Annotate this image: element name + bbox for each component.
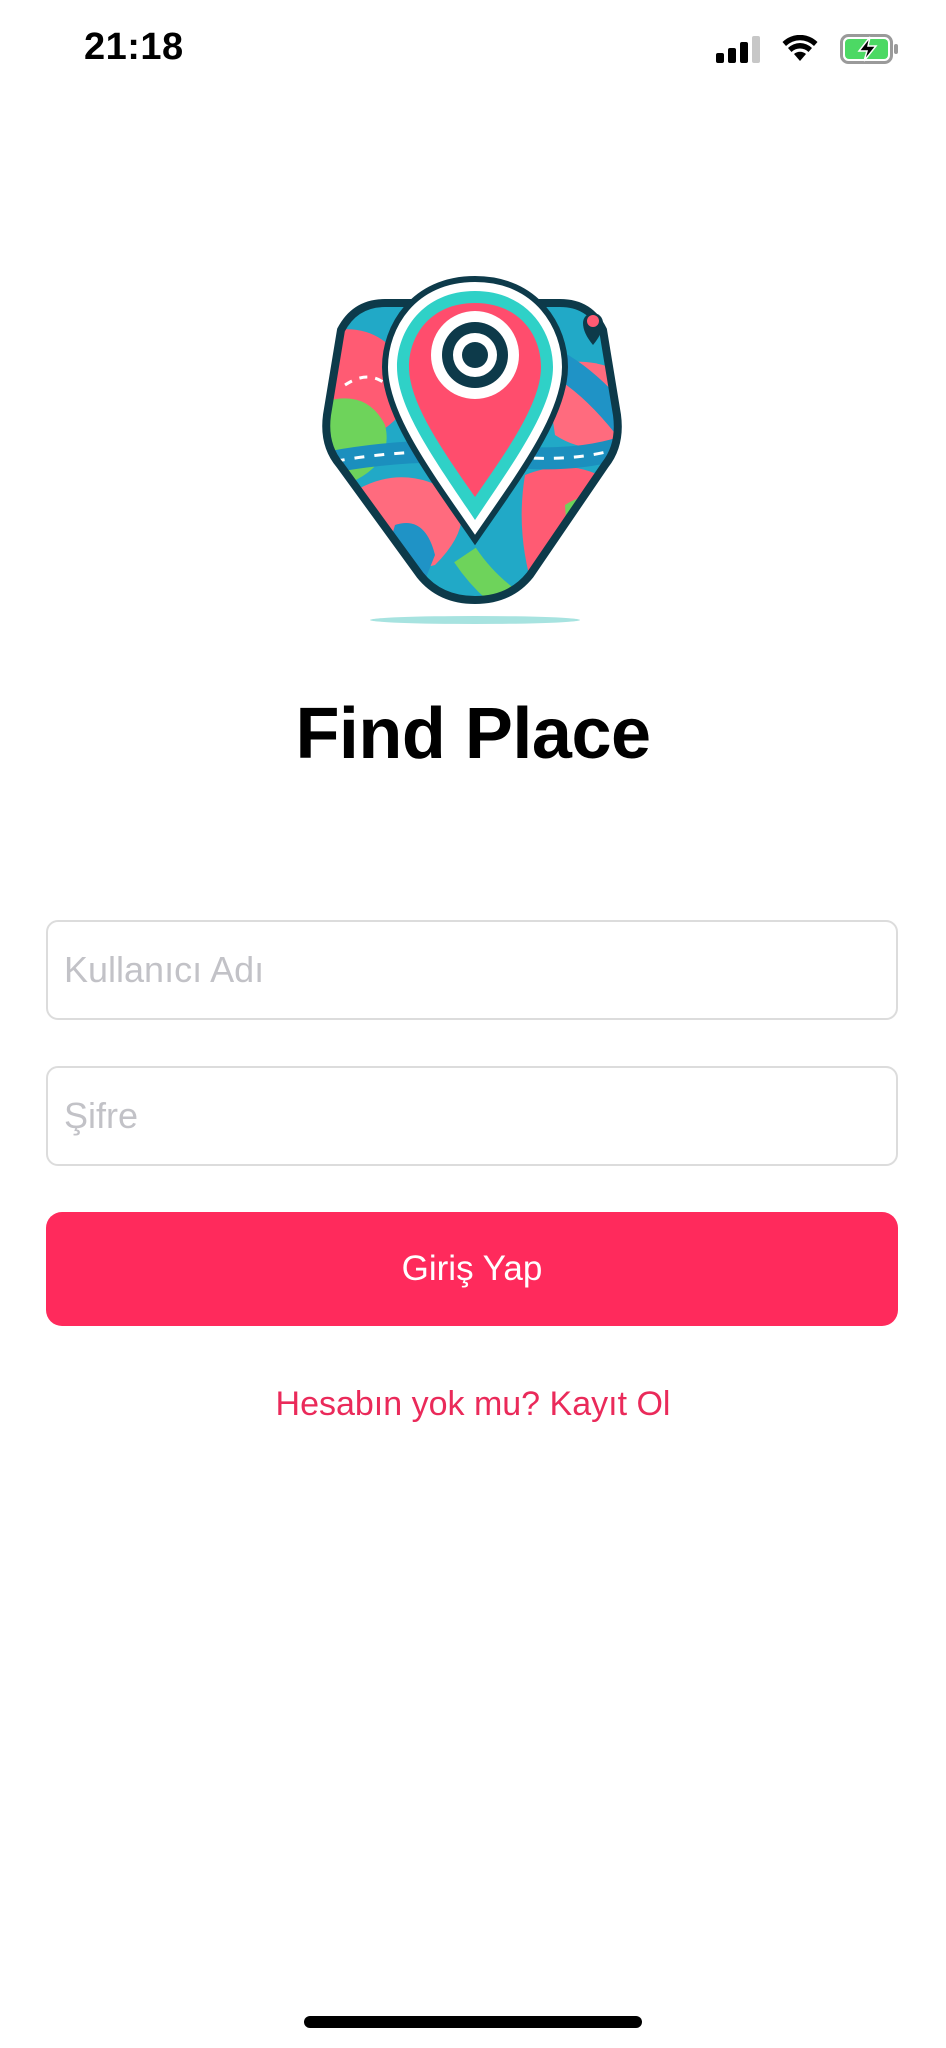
- register-link[interactable]: Hesabın yok mu? Kayıt Ol: [0, 1385, 946, 1424]
- wifi-icon: [782, 35, 818, 61]
- username-input[interactable]: [48, 922, 896, 1018]
- battery-charging-icon: [840, 34, 898, 64]
- cellular-signal-icon: [716, 35, 760, 63]
- home-indicator[interactable]: [304, 2016, 642, 2028]
- login-screen: 21:18 Find Place Kullanıcı Adı Giriş Yap…: [0, 0, 946, 2048]
- app-title: Find Place: [295, 694, 651, 774]
- map-pin-icon: [322, 275, 622, 624]
- password-field[interactable]: [46, 1066, 898, 1166]
- password-input[interactable]: [48, 1068, 896, 1164]
- login-button[interactable]: Giriş Yap: [46, 1212, 898, 1326]
- status-time: 21:18: [84, 26, 184, 68]
- username-field[interactable]: [46, 920, 898, 1020]
- status-icons: [716, 34, 900, 64]
